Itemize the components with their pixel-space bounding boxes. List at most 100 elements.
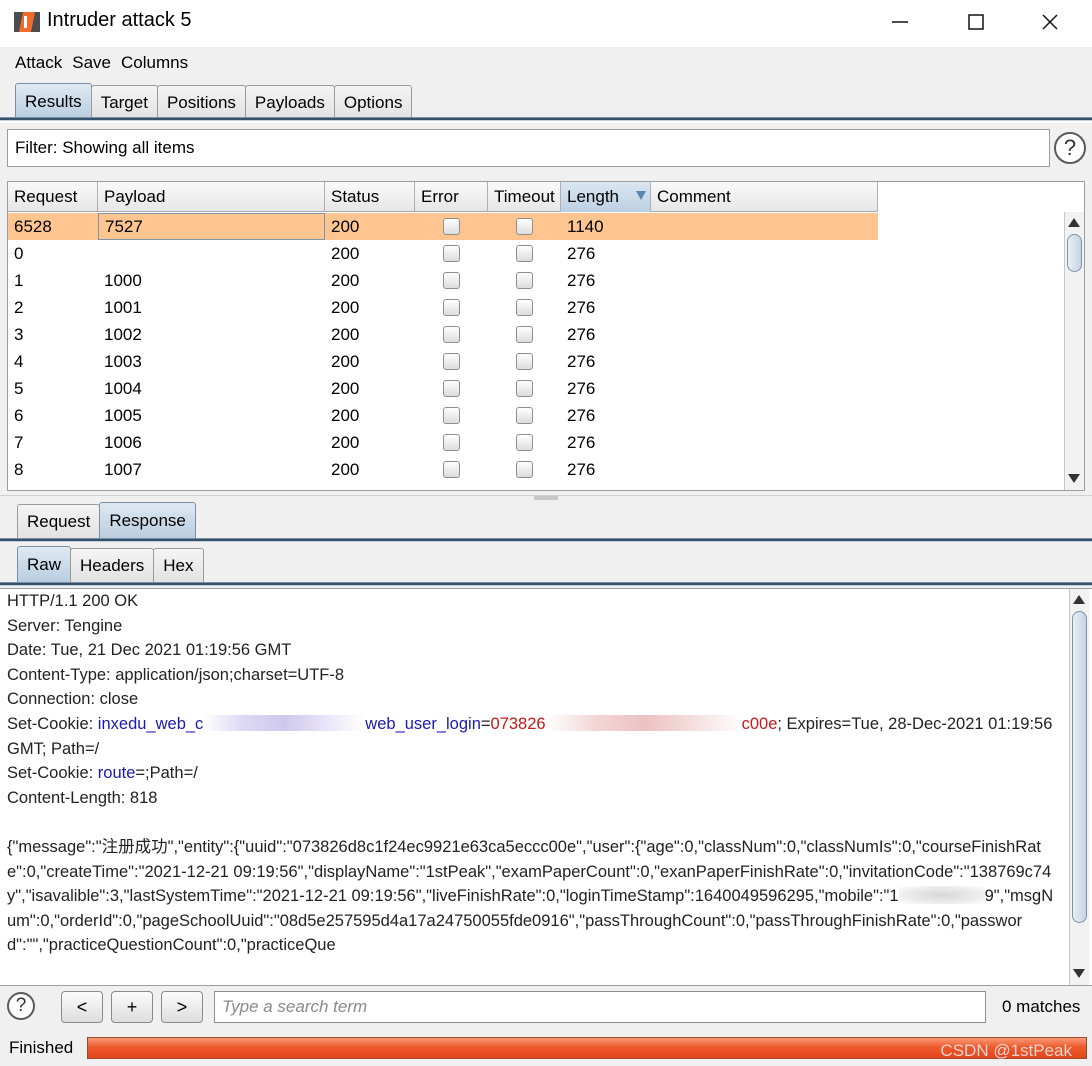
- cell-payload: 1003: [104, 351, 142, 371]
- table-row[interactable]: 4 1003 200 276: [8, 348, 878, 375]
- search-input[interactable]: [214, 991, 986, 1023]
- tab-raw[interactable]: Raw: [17, 546, 72, 582]
- search-help-icon[interactable]: ?: [7, 992, 35, 1020]
- results-scrollbar[interactable]: [1064, 212, 1084, 490]
- cell-error: [415, 348, 488, 375]
- col-error[interactable]: Error: [415, 182, 488, 212]
- timeout-checkbox[interactable]: [516, 407, 533, 424]
- sort-desc-icon: [636, 191, 646, 200]
- col-status[interactable]: Status: [325, 182, 415, 212]
- cell-length: 1140: [567, 216, 604, 236]
- table-row[interactable]: 1 1000 200 276: [8, 267, 878, 294]
- scroll-thumb[interactable]: [1067, 234, 1082, 272]
- filter-help-icon[interactable]: ?: [1054, 132, 1086, 164]
- tab-target[interactable]: Target: [90, 85, 158, 119]
- menu-attack[interactable]: Attack: [15, 53, 62, 73]
- scroll-thumb[interactable]: [1072, 611, 1087, 923]
- tab-options[interactable]: Options: [333, 85, 413, 119]
- message-pane: Request Response Raw Headers Hex HTTP/1.…: [0, 500, 1092, 1066]
- minimize-icon: [892, 21, 908, 23]
- cell-timeout: [488, 429, 561, 456]
- response-scrollbar[interactable]: [1069, 589, 1089, 985]
- close-icon: [1042, 14, 1058, 30]
- prev-match-button[interactable]: <: [61, 991, 103, 1023]
- title-bar: Intruder attack 5: [0, 0, 1092, 44]
- menu-save[interactable]: Save: [72, 53, 111, 73]
- scroll-up-icon[interactable]: [1068, 218, 1080, 227]
- tab-response[interactable]: Response: [99, 502, 196, 538]
- cell-error: [415, 213, 488, 240]
- error-checkbox[interactable]: [443, 407, 460, 424]
- header-server: Server: Tengine: [7, 616, 123, 635]
- timeout-checkbox[interactable]: [516, 326, 533, 343]
- col-comment[interactable]: Comment: [651, 182, 878, 212]
- cell-payload: [98, 240, 325, 267]
- tab-divider: [0, 117, 1092, 121]
- scroll-down-icon[interactable]: [1068, 474, 1080, 483]
- tab-request[interactable]: Request: [17, 504, 101, 538]
- cell-payload: 1001: [104, 297, 142, 317]
- cell-timeout: [488, 240, 561, 267]
- table-row[interactable]: 6528 7527 200 1140: [8, 213, 878, 240]
- col-request[interactable]: Request: [8, 182, 98, 212]
- table-row[interactable]: 5 1004 200 276: [8, 375, 878, 402]
- header-connection: Connection: close: [7, 690, 139, 709]
- tab-payloads[interactable]: Payloads: [244, 85, 335, 119]
- close-button[interactable]: [1022, 4, 1078, 40]
- table-row[interactable]: 0 200 276: [8, 240, 878, 267]
- col-timeout[interactable]: Timeout: [488, 182, 561, 212]
- table-body: 6528 7527 200 1140 0 200 276 1 1000 200 276 2 1001 20…: [8, 213, 878, 483]
- timeout-checkbox[interactable]: [516, 434, 533, 451]
- maximize-button[interactable]: [948, 4, 1004, 40]
- timeout-checkbox[interactable]: [516, 461, 533, 478]
- scroll-up-icon[interactable]: [1073, 595, 1085, 604]
- timeout-checkbox[interactable]: [516, 272, 533, 289]
- col-payload[interactable]: Payload: [98, 182, 325, 212]
- error-checkbox[interactable]: [443, 299, 460, 316]
- timeout-checkbox[interactable]: [516, 218, 533, 235]
- timeout-checkbox[interactable]: [516, 353, 533, 370]
- header-content-length: Content-Length: 818: [7, 788, 158, 807]
- response-text[interactable]: HTTP/1.1 200 OK Server: Tengine Date: Tu…: [7, 589, 1059, 958]
- error-checkbox[interactable]: [443, 380, 460, 397]
- table-row[interactable]: 8 1007 200 276: [8, 456, 878, 483]
- timeout-checkbox[interactable]: [516, 299, 533, 316]
- tab-results[interactable]: Results: [15, 83, 92, 119]
- cell-comment: [651, 240, 878, 267]
- col-length[interactable]: Length: [561, 182, 651, 212]
- add-match-button[interactable]: +: [111, 991, 153, 1023]
- cell-comment: [651, 402, 878, 429]
- menu-columns[interactable]: Columns: [121, 53, 188, 73]
- table-row[interactable]: 7 1006 200 276: [8, 429, 878, 456]
- table-row[interactable]: 2 1001 200 276: [8, 294, 878, 321]
- error-checkbox[interactable]: [443, 353, 460, 370]
- cell-timeout: [488, 267, 561, 294]
- tab-headers[interactable]: Headers: [70, 548, 155, 582]
- cell-comment: [651, 321, 878, 348]
- error-checkbox[interactable]: [443, 245, 460, 262]
- cell-status: 200: [331, 270, 360, 290]
- error-checkbox[interactable]: [443, 272, 460, 289]
- response-body: {"message":"注册成功","entity":{"uuid":"0738…: [7, 837, 1054, 955]
- next-match-button[interactable]: >: [161, 991, 203, 1023]
- table-row[interactable]: 6 1005 200 276: [8, 402, 878, 429]
- error-checkbox[interactable]: [443, 326, 460, 343]
- timeout-checkbox[interactable]: [516, 380, 533, 397]
- cell-error: [415, 429, 488, 456]
- tab-hex[interactable]: Hex: [153, 548, 204, 582]
- minimize-button[interactable]: [872, 4, 928, 40]
- error-checkbox[interactable]: [443, 434, 460, 451]
- table-row[interactable]: 3 1002 200 276: [8, 321, 878, 348]
- cell-status: 200: [331, 378, 360, 398]
- error-checkbox[interactable]: [443, 461, 460, 478]
- tab-positions[interactable]: Positions: [156, 85, 246, 119]
- col-length-label: Length: [567, 187, 619, 206]
- scroll-down-icon[interactable]: [1073, 969, 1085, 978]
- timeout-checkbox[interactable]: [516, 245, 533, 262]
- error-checkbox[interactable]: [443, 218, 460, 235]
- cell-request: 3: [14, 324, 24, 344]
- cell-comment: [651, 348, 878, 375]
- cell-status: 200: [331, 405, 360, 425]
- response-raw-view[interactable]: HTTP/1.1 200 OK Server: Tengine Date: Tu…: [0, 588, 1092, 986]
- filter-bar[interactable]: Filter: Showing all items: [7, 129, 1050, 167]
